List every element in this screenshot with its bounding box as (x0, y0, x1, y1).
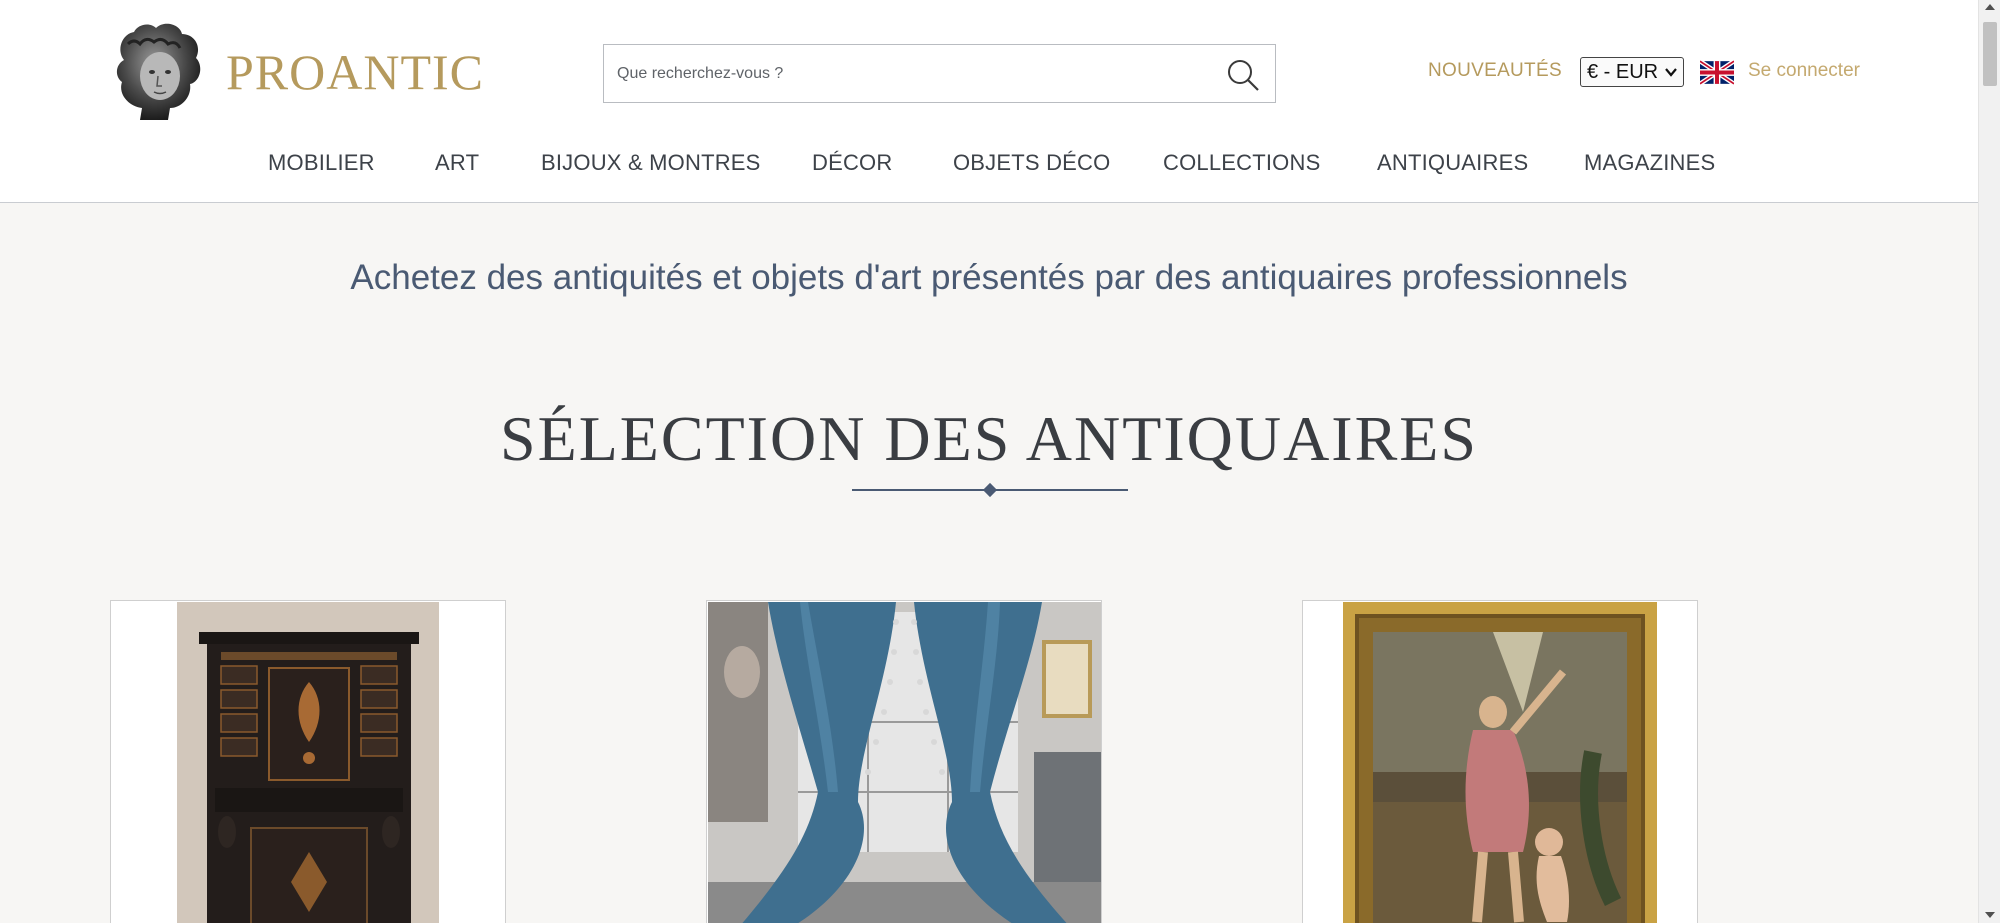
nav-item-collections[interactable]: COLLECTIONS (1163, 150, 1320, 176)
site-header: PROANTIC NOUVEAUTÉS € - EUR Se connecter… (0, 0, 1978, 203)
search-box (603, 44, 1276, 103)
uk-flag-icon[interactable] (1700, 60, 1734, 85)
divider-diamond-icon (982, 482, 998, 498)
bust-logo-icon (116, 23, 201, 121)
nav-item-art[interactable]: ART (435, 150, 479, 176)
page-scrollbar[interactable] (1978, 0, 2000, 923)
scrollbar-thumb[interactable] (1983, 22, 1997, 86)
logo[interactable]: PROANTIC (110, 20, 484, 124)
nav-item-decor[interactable]: DÉCOR (812, 150, 892, 176)
gilt-framed-painting-image (1343, 602, 1657, 923)
scroll-down-icon[interactable] (1985, 912, 1995, 918)
ebony-cabinet-image (177, 602, 439, 923)
product-card[interactable] (706, 600, 1102, 923)
brand-name: PROANTIC (226, 44, 485, 100)
chevron-down-icon (1665, 68, 1677, 77)
product-card[interactable] (110, 600, 506, 923)
search-icon[interactable] (1225, 57, 1261, 93)
nav-item-antiquaires[interactable]: ANTIQUAIRES (1377, 150, 1528, 176)
nav-item-bijoux-montres[interactable]: BIJOUX & MONTRES (541, 150, 761, 176)
scroll-up-icon[interactable] (1985, 4, 1995, 10)
section-title: SÉLECTION DES ANTIQUAIRES (500, 403, 1478, 474)
blue-curtains-image (708, 602, 1101, 923)
new-arrivals-link[interactable]: NOUVEAUTÉS (1428, 60, 1562, 82)
currency-value: € - EUR (1587, 60, 1659, 83)
nav-item-objets-deco[interactable]: OBJETS DÉCO (953, 150, 1110, 176)
login-link[interactable]: Se connecter (1748, 60, 1860, 82)
tagline: Achetez des antiquités et objets d'art p… (350, 258, 1628, 297)
main-nav: MOBILIER ART BIJOUX & MONTRES DÉCOR OBJE… (0, 150, 1978, 180)
search-input[interactable] (604, 45, 1204, 102)
nav-item-mobilier[interactable]: MOBILIER (268, 150, 375, 176)
currency-select[interactable]: € - EUR (1580, 57, 1684, 87)
product-card[interactable] (1302, 600, 1698, 923)
nav-item-magazines[interactable]: MAGAZINES (1584, 150, 1715, 176)
